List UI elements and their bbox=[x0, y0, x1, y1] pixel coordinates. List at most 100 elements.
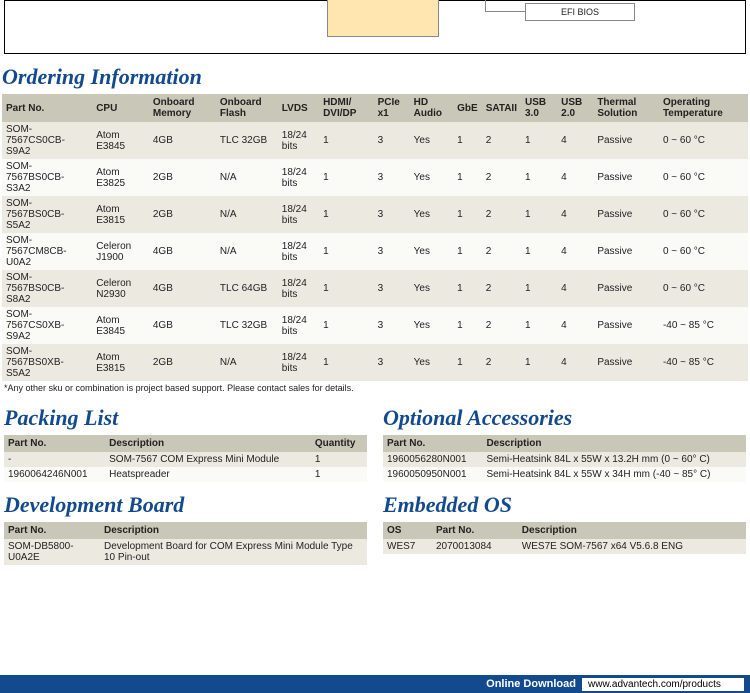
col-header: PCIe x1 bbox=[374, 94, 410, 122]
accessories-table: Part No.Description 1960056280N001Semi-H… bbox=[383, 435, 746, 482]
table-row: SOM-7567BS0CB-S8A2Celeron N29304GBTLC 64… bbox=[2, 270, 748, 307]
cell: Development Board for COM Express Mini M… bbox=[100, 539, 367, 565]
diagram-soc-box bbox=[327, 0, 439, 37]
cell: Semi-Heatsink 84L x 55W x 13.2H mm (0 ~ … bbox=[482, 452, 746, 467]
cell: - bbox=[4, 452, 105, 467]
cell: 4 bbox=[557, 159, 593, 196]
cell: SOM-7567CS0XB-S9A2 bbox=[2, 307, 92, 344]
packing-table: Part No.DescriptionQuantity -SOM-7567 CO… bbox=[4, 435, 367, 482]
cell: 1 bbox=[453, 233, 482, 270]
embedded-table: OSPart No.Description WES72070013084WES7… bbox=[383, 522, 746, 554]
cell: 2 bbox=[482, 307, 521, 344]
cell: 18/24 bits bbox=[278, 307, 319, 344]
cell: 2 bbox=[482, 233, 521, 270]
table-row: SOM-7567CS0CB-S9A2Atom E38454GBTLC 32GB1… bbox=[2, 122, 748, 159]
cell: 1 bbox=[521, 122, 557, 159]
cell: SOM-7567CM8CB-U0A2 bbox=[2, 233, 92, 270]
cell: 2 bbox=[482, 270, 521, 307]
cell: 4 bbox=[557, 270, 593, 307]
col-header: Part No. bbox=[4, 522, 100, 539]
table-row: SOM-7567CS0XB-S9A2Atom E38454GBTLC 32GB1… bbox=[2, 307, 748, 344]
cell: 1960064246N001 bbox=[4, 467, 105, 482]
cell: 0 ~ 60 °C bbox=[659, 159, 748, 196]
cell: Passive bbox=[593, 307, 659, 344]
cell: 1 bbox=[319, 159, 373, 196]
diagram-efi-box: EFI BIOS bbox=[525, 3, 635, 21]
cell: 3 bbox=[374, 307, 410, 344]
cell: Heatspreader bbox=[105, 467, 311, 482]
col-header: Part No. bbox=[4, 435, 105, 452]
cell: SOM-7567 COM Express Mini Module bbox=[105, 452, 311, 467]
cell: 1960050950N001 bbox=[383, 467, 482, 482]
cell: 1 bbox=[319, 196, 373, 233]
cell: Atom E3815 bbox=[92, 344, 149, 381]
cell: Passive bbox=[593, 196, 659, 233]
table-row: SOM-7567BS0CB-S3A2Atom E38252GBN/A18/24 … bbox=[2, 159, 748, 196]
cell: -40 ~ 85 °C bbox=[659, 344, 748, 381]
cell: Passive bbox=[593, 270, 659, 307]
table-row: SOM-7567CM8CB-U0A2Celeron J19004GBN/A18/… bbox=[2, 233, 748, 270]
col-header: Part No. bbox=[2, 94, 92, 122]
cell: Atom E3815 bbox=[92, 196, 149, 233]
cell: 18/24 bits bbox=[278, 270, 319, 307]
cell: Passive bbox=[593, 344, 659, 381]
cell: Yes bbox=[410, 270, 453, 307]
col-header: LVDS bbox=[278, 94, 319, 122]
cell: TLC 64GB bbox=[216, 270, 278, 307]
col-header: Part No. bbox=[432, 522, 518, 539]
col-header: SATAII bbox=[482, 94, 521, 122]
cell: Yes bbox=[410, 196, 453, 233]
cell: 3 bbox=[374, 233, 410, 270]
cell: 1 bbox=[319, 233, 373, 270]
cell: 4 bbox=[557, 344, 593, 381]
diagram-connector bbox=[485, 0, 526, 12]
cell: Yes bbox=[410, 307, 453, 344]
cell: Yes bbox=[410, 233, 453, 270]
cell: 2GB bbox=[149, 344, 216, 381]
packing-title: Packing List bbox=[4, 405, 369, 431]
cell: 1 bbox=[521, 307, 557, 344]
cell: 18/24 bits bbox=[278, 196, 319, 233]
cell: 18/24 bits bbox=[278, 233, 319, 270]
cell: 2070013084 bbox=[432, 539, 518, 554]
cell: 4 bbox=[557, 233, 593, 270]
col-header: HD Audio bbox=[410, 94, 453, 122]
table-row: 1960064246N001Heatspreader1 bbox=[4, 467, 367, 482]
cell: 1 bbox=[453, 270, 482, 307]
cell: SOM-7567BS0CB-S8A2 bbox=[2, 270, 92, 307]
cell: 2 bbox=[482, 344, 521, 381]
cell: 2GB bbox=[149, 196, 216, 233]
cell: 4 bbox=[557, 307, 593, 344]
cell: 1 bbox=[453, 307, 482, 344]
col-header: Description bbox=[518, 522, 746, 539]
cell: Passive bbox=[593, 159, 659, 196]
col-header: Thermal Solution bbox=[593, 94, 659, 122]
cell: 1 bbox=[319, 270, 373, 307]
cell: WES7E SOM-7567 x64 V5.6.8 ENG bbox=[518, 539, 746, 554]
cell: Atom E3825 bbox=[92, 159, 149, 196]
cell: 2GB bbox=[149, 159, 216, 196]
block-diagram: EFI BIOS bbox=[4, 0, 746, 54]
cell: SOM-7567BS0CB-S3A2 bbox=[2, 159, 92, 196]
footer-url[interactable]: www.advantech.com/products bbox=[582, 678, 744, 691]
footer-label: Online Download bbox=[486, 678, 576, 690]
cell: Atom E3845 bbox=[92, 307, 149, 344]
cell: 1 bbox=[453, 122, 482, 159]
cell: Passive bbox=[593, 122, 659, 159]
cell: 0 ~ 60 °C bbox=[659, 196, 748, 233]
cell: 3 bbox=[374, 270, 410, 307]
cell: 1 bbox=[453, 344, 482, 381]
cell: Celeron N2930 bbox=[92, 270, 149, 307]
footer-bar: Online Download www.advantech.com/produc… bbox=[0, 675, 750, 693]
cell: 1 bbox=[319, 307, 373, 344]
cell: 2 bbox=[482, 196, 521, 233]
ordering-table: Part No.CPUOnboard MemoryOnboard FlashLV… bbox=[2, 94, 748, 381]
cell: 2 bbox=[482, 159, 521, 196]
cell: SOM-7567CS0CB-S9A2 bbox=[2, 122, 92, 159]
cell: 1 bbox=[319, 122, 373, 159]
col-header: HDMI/ DVI/DP bbox=[319, 94, 373, 122]
cell: Passive bbox=[593, 233, 659, 270]
cell: Yes bbox=[410, 344, 453, 381]
cell: SOM-DB5800-U0A2E bbox=[4, 539, 100, 565]
cell: N/A bbox=[216, 159, 278, 196]
